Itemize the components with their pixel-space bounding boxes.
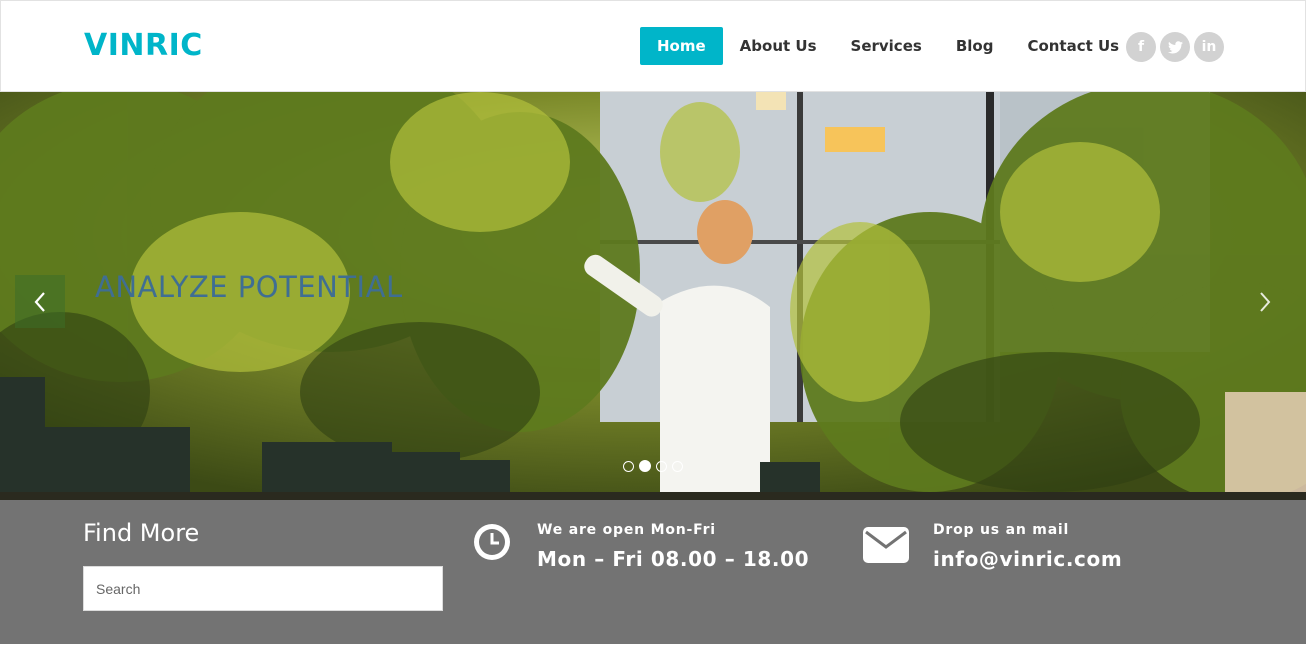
chevron-right-icon	[1260, 291, 1271, 312]
hours-label: We are open Mon-Fri	[537, 522, 716, 538]
site-header: VINRIC Home About Us Services Blog Conta…	[0, 0, 1306, 92]
prev-slide-button[interactable]	[15, 275, 65, 328]
slider-dot[interactable]	[639, 460, 651, 472]
facebook-icon[interactable]: f	[1126, 32, 1156, 62]
info-bar: Find More We are open Mon-Fri Mon – Fri …	[0, 500, 1306, 644]
mail-value[interactable]: info@vinric.com	[933, 547, 1122, 571]
social-links: f in	[1126, 32, 1224, 62]
page-bottom	[0, 644, 1306, 657]
clock-icon	[472, 522, 512, 566]
mail-label: Drop us an mail	[933, 522, 1070, 538]
nav-item-home[interactable]: Home	[640, 27, 723, 65]
hero-slider: ANALYZE POTENTIAL	[0, 92, 1306, 500]
main-nav: Home About Us Services Blog Contact Us	[640, 27, 1136, 65]
hero-title: ANALYZE POTENTIAL	[95, 270, 403, 304]
next-slide-button[interactable]	[1240, 275, 1290, 328]
find-more-title: Find More	[83, 519, 200, 547]
slider-dot[interactable]	[656, 460, 667, 472]
nav-item-blog[interactable]: Blog	[939, 27, 1011, 65]
hours-value: Mon – Fri 08.00 – 18.00	[537, 547, 810, 571]
mail-block: Drop us an mail info@vinric.com	[933, 522, 1122, 571]
slider-dot[interactable]	[672, 460, 683, 472]
nav-item-contact-us[interactable]: Contact Us	[1010, 27, 1136, 65]
nav-item-about-us[interactable]: About Us	[723, 27, 834, 65]
hours-block: We are open Mon-Fri Mon – Fri 08.00 – 18…	[537, 522, 809, 571]
envelope-icon	[863, 527, 909, 567]
chevron-left-icon	[34, 291, 45, 312]
search-input[interactable]	[83, 566, 443, 611]
linkedin-icon[interactable]: in	[1194, 32, 1224, 62]
slider-dot[interactable]	[623, 460, 634, 472]
slider-dots	[623, 460, 683, 472]
twitter-icon[interactable]	[1160, 32, 1190, 62]
nav-item-services[interactable]: Services	[834, 27, 939, 65]
site-logo[interactable]: VINRIC	[84, 28, 203, 63]
